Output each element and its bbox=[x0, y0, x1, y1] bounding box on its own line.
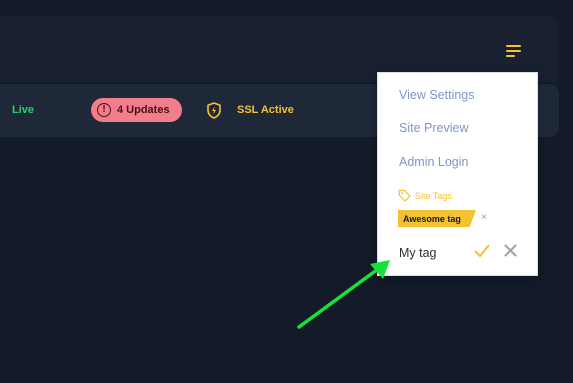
menu-item-site-preview[interactable]: Site Preview bbox=[399, 121, 468, 135]
site-tags-heading: Site Tags bbox=[398, 189, 452, 202]
menu-line bbox=[506, 50, 521, 52]
menu-item-admin-login[interactable]: Admin Login bbox=[399, 155, 469, 169]
updates-badge[interactable]: ! 4 Updates bbox=[91, 98, 182, 122]
updates-label: 4 Updates bbox=[117, 104, 170, 116]
menu-line bbox=[506, 45, 521, 47]
shield-bolt-icon bbox=[207, 102, 221, 119]
site-options-dropdown: View Settings Site Preview Admin Login S… bbox=[377, 72, 538, 276]
menu-item-view-settings[interactable]: View Settings bbox=[399, 88, 475, 102]
green-arrow-icon bbox=[297, 260, 390, 329]
live-status: Live bbox=[12, 104, 35, 116]
close-icon[interactable] bbox=[504, 244, 517, 257]
alert-circle-icon: ! bbox=[97, 103, 111, 117]
site-tags-label: Site Tags bbox=[415, 190, 452, 201]
menu-line bbox=[506, 55, 515, 57]
tag-chip: Awesome tag bbox=[398, 210, 476, 227]
tag-remove-button[interactable]: × bbox=[481, 212, 487, 223]
tag-icon bbox=[398, 189, 411, 202]
hamburger-menu-icon[interactable] bbox=[506, 44, 522, 58]
ssl-status: SSL Active bbox=[237, 104, 294, 116]
new-tag-input[interactable] bbox=[399, 244, 469, 262]
check-icon[interactable] bbox=[474, 244, 490, 258]
tag-chip-label: Awesome tag bbox=[403, 213, 461, 224]
